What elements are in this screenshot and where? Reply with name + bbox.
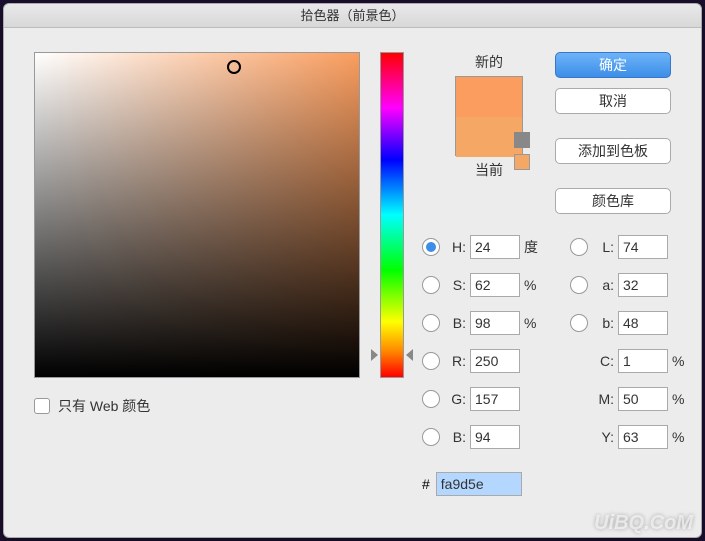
input-blue[interactable]: [470, 425, 520, 449]
input-lab-b[interactable]: [618, 311, 668, 335]
label-blue: B:: [446, 429, 466, 445]
label-h: H:: [446, 239, 466, 255]
warning-icons: [514, 132, 530, 170]
input-brightness[interactable]: [470, 311, 520, 335]
color-libraries-button[interactable]: 颜色库: [555, 188, 671, 214]
label-lab-b: b:: [594, 315, 614, 331]
input-s[interactable]: [470, 273, 520, 297]
closest-color-swatch[interactable]: [514, 154, 530, 170]
add-swatch-button[interactable]: 添加到色板: [555, 138, 671, 164]
new-color-label: 新的: [429, 52, 549, 72]
color-swatch: [455, 76, 523, 156]
unit-s: %: [524, 277, 540, 293]
radio-l[interactable]: [570, 238, 588, 256]
row-r-c: R: C: %: [422, 346, 688, 376]
unit-y: %: [672, 429, 688, 445]
hue-slider[interactable]: [380, 52, 404, 378]
new-color-swatch: [456, 77, 522, 117]
label-g: G:: [446, 391, 466, 407]
unit-c: %: [672, 353, 688, 369]
web-only-label: 只有 Web 颜色: [58, 396, 150, 416]
radio-h[interactable]: [422, 238, 440, 256]
unit-m: %: [672, 391, 688, 407]
radio-lab-b[interactable]: [570, 314, 588, 332]
color-marker[interactable]: [227, 60, 241, 74]
row-s-a: S: % a:: [422, 270, 688, 300]
row-g-m: G: M: %: [422, 384, 688, 414]
label-r: R:: [446, 353, 466, 369]
hash-label: #: [422, 476, 430, 492]
watermark: UiBQ.CoM: [594, 512, 693, 535]
label-s: S:: [446, 277, 466, 293]
input-g[interactable]: [470, 387, 520, 411]
hue-slider-thumb-right[interactable]: [406, 349, 413, 361]
unit-brightness: %: [524, 315, 540, 331]
input-l[interactable]: [618, 235, 668, 259]
input-c[interactable]: [618, 349, 668, 373]
label-a: a:: [594, 277, 614, 293]
titlebar: 拾色器（前景色）: [4, 4, 701, 28]
input-h[interactable]: [470, 235, 520, 259]
gamut-warning-icon[interactable]: [514, 132, 530, 148]
label-c: C:: [594, 353, 614, 369]
row-b-b: B: % b:: [422, 308, 688, 338]
radio-blue[interactable]: [422, 428, 440, 446]
ok-button[interactable]: 确定: [555, 52, 671, 78]
unit-h: 度: [524, 237, 540, 257]
radio-brightness[interactable]: [422, 314, 440, 332]
radio-r[interactable]: [422, 352, 440, 370]
radio-a[interactable]: [570, 276, 588, 294]
cancel-button[interactable]: 取消: [555, 88, 671, 114]
hex-row: #: [422, 472, 522, 496]
current-color-swatch[interactable]: [456, 117, 522, 157]
input-a[interactable]: [618, 273, 668, 297]
label-brightness: B:: [446, 315, 466, 331]
radio-g[interactable]: [422, 390, 440, 408]
color-picker-window: 拾色器（前景色） 新的 当前 确定 取消 添加到色板 颜色库 H: 度: [3, 3, 702, 538]
radio-s[interactable]: [422, 276, 440, 294]
row-b-y: B: Y: %: [422, 422, 688, 452]
label-m: M:: [594, 391, 614, 407]
input-m[interactable]: [618, 387, 668, 411]
current-color-label: 当前: [429, 160, 549, 180]
hex-input[interactable]: [436, 472, 522, 496]
preview-area: 新的 当前: [429, 52, 549, 180]
row-h-l: H: 度 L:: [422, 232, 688, 262]
color-field[interactable]: [34, 52, 360, 378]
input-y[interactable]: [618, 425, 668, 449]
web-only-option: 只有 Web 颜色: [34, 396, 150, 416]
input-r[interactable]: [470, 349, 520, 373]
color-value-fields: H: 度 L: S: % a:: [422, 232, 688, 460]
label-l: L:: [594, 239, 614, 255]
web-only-checkbox[interactable]: [34, 398, 50, 414]
label-y: Y:: [594, 429, 614, 445]
hue-slider-thumb-left[interactable]: [371, 349, 378, 361]
